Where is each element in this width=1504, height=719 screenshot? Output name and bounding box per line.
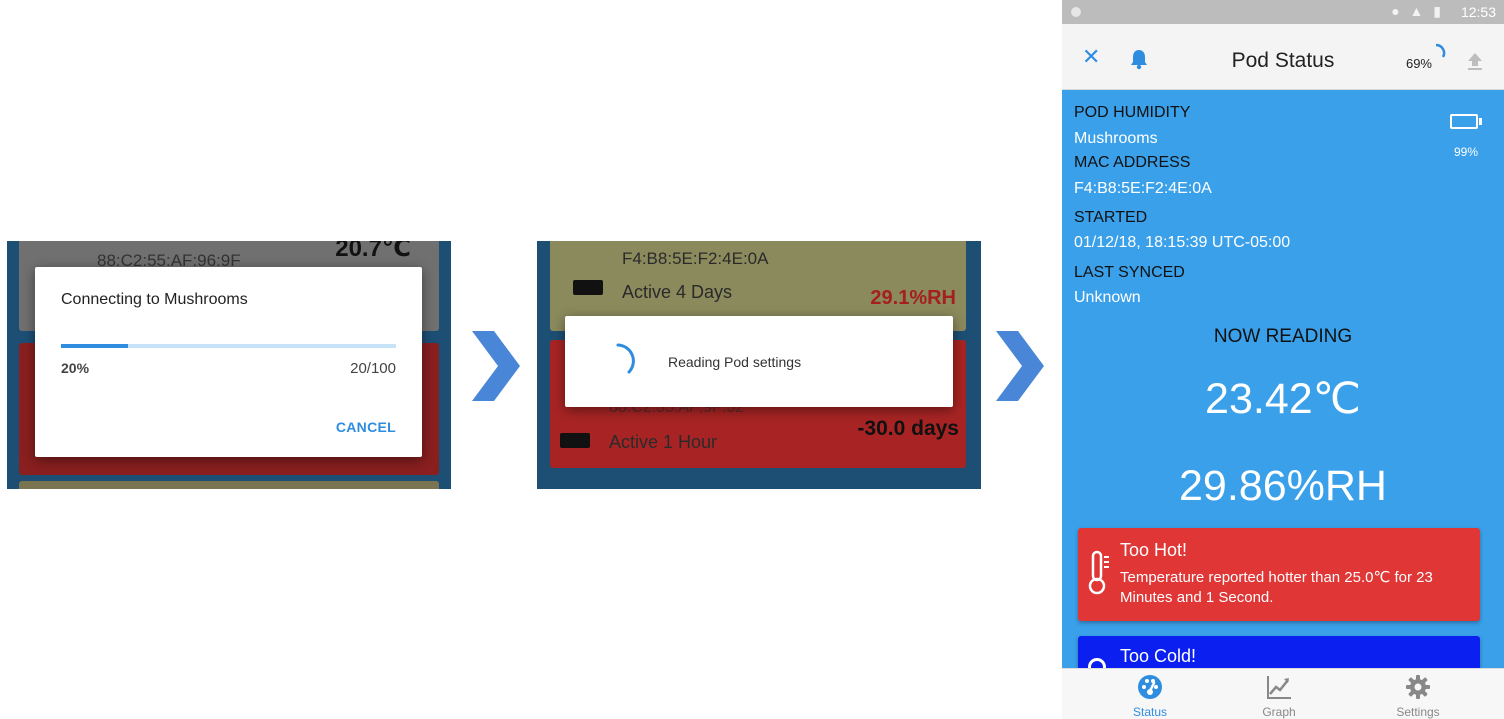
upload-icon[interactable] — [1464, 50, 1486, 72]
current-humidity: 29.86%RH — [1179, 462, 1387, 510]
reading-dialog: Reading Pod settings — [565, 316, 953, 407]
mac-address-label: MAC ADDRESS — [1074, 154, 1191, 171]
battery-percent: 99% — [1453, 145, 1478, 159]
status-bar: ● ▲ ▮ 12:53 — [1062, 0, 1504, 24]
battery-tip — [1479, 118, 1482, 125]
cancel-button[interactable]: CANCEL — [336, 419, 396, 435]
dialog-title: Connecting to Mushrooms — [61, 291, 248, 308]
app-bar: ✕ Pod Status 69% — [1062, 24, 1504, 90]
chevron-right-icon — [472, 331, 520, 401]
pod-card-active: Active 4 Days — [622, 282, 733, 302]
status-time: 12:53 — [1460, 4, 1496, 20]
connecting-dialog: Connecting to Mushrooms 20% 20/100 CANCE… — [35, 267, 422, 457]
battery-icon — [1450, 114, 1478, 129]
nav-label-status: Status — [1132, 705, 1168, 719]
battery-icon — [560, 433, 590, 448]
bottom-navigation: Status Graph Settings — [1062, 668, 1504, 719]
spinner-icon — [616, 343, 635, 374]
gear-icon — [1406, 675, 1430, 699]
battery-icon — [573, 280, 603, 295]
current-temperature: 23.42℃ — [1205, 375, 1361, 423]
pod-type-label: POD HUMIDITY — [1074, 104, 1191, 121]
status-icons: ● ▲ ▮ — [1391, 3, 1444, 19]
too-hot-alert[interactable]: Too Hot! Temperature reported hotter tha… — [1078, 528, 1480, 621]
started-label: STARTED — [1074, 209, 1148, 226]
alert-title: Too Cold! — [1120, 646, 1197, 666]
pod-status-screen: ● ▲ ▮ 12:53 ✕ Pod Status 69% POD HUMIDIT… — [1062, 0, 1504, 719]
nav-item-graph[interactable]: Graph — [1229, 669, 1329, 719]
nav-item-settings[interactable]: Settings — [1368, 669, 1468, 719]
nav-label-graph: Graph — [1262, 705, 1296, 719]
thermometer-icon — [1088, 550, 1109, 595]
connecting-screenshot-panel: 20.7℃ 88:C2:55:AF:96:9F C s Connecting t… — [7, 241, 451, 489]
pod-name: Mushrooms — [1074, 130, 1158, 147]
started-value: 01/12/18, 18:15:39 UTC-05:00 — [1074, 234, 1291, 251]
pod-card-temperature: 20.7℃ — [335, 241, 411, 262]
sync-progress-ring-icon — [1435, 43, 1446, 58]
progress-count: 20/100 — [350, 360, 396, 377]
alert-title: Too Hot! — [1120, 540, 1188, 560]
speedometer-icon — [1138, 675, 1162, 699]
line-chart-icon — [1267, 676, 1291, 699]
reading-settings-screenshot-panel: F4:B8:5E:F2:4E:0A Active 4 Days 29.1%RH … — [537, 241, 981, 489]
chevron-right-icon — [996, 331, 1044, 401]
mac-address-value: F4:B8:5E:F2:4E:0A — [1074, 180, 1212, 197]
last-synced-label: LAST SYNCED — [1074, 264, 1185, 281]
pod-card-active: Active 1 Hour — [609, 432, 718, 452]
pod-card-days: -30.0 days — [857, 417, 959, 440]
nav-item-status[interactable]: Status — [1100, 669, 1200, 719]
pod-card-mac: F4:B8:5E:F2:4E:0A — [622, 249, 769, 268]
now-reading-label: NOW READING — [1213, 326, 1353, 347]
progress-percent: 20% — [61, 360, 90, 376]
dialog-message: Reading Pod settings — [668, 354, 802, 370]
progress-bar-fill — [61, 344, 128, 348]
last-synced-value: Unknown — [1074, 289, 1141, 306]
pod-card-humidity: 29.1%RH — [870, 287, 956, 309]
alert-message: Temperature reported hotter than 25.0℃ f… — [1120, 569, 1433, 606]
pod-card-yellow — [19, 481, 439, 489]
nav-label-settings: Settings — [1396, 705, 1440, 719]
notification-dot-icon — [1071, 7, 1081, 17]
progress-bar — [61, 344, 396, 348]
